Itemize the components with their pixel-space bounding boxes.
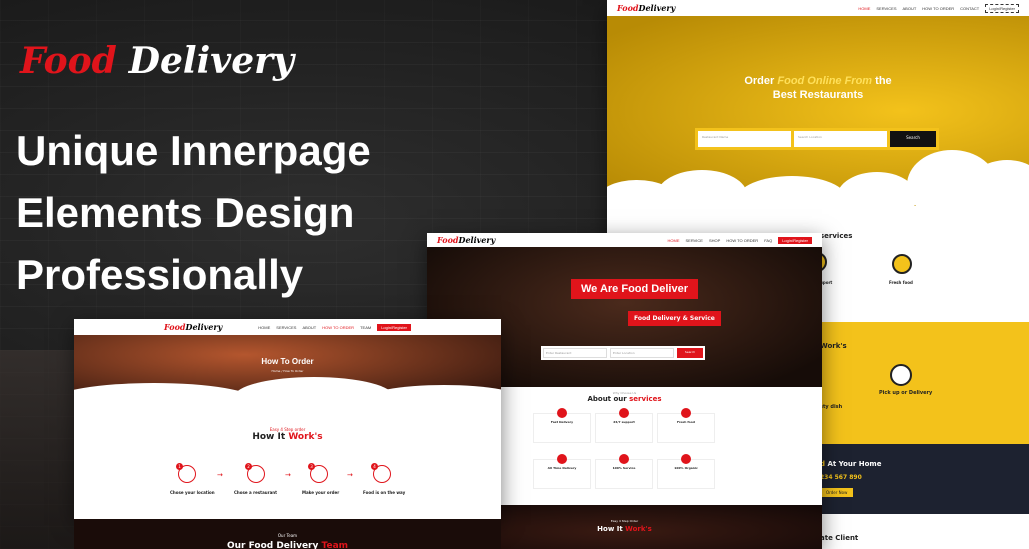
nav-how-to-order[interactable]: HOW TO ORDER — [726, 238, 758, 243]
service-card: 100% Service — [595, 454, 653, 489]
step-label: Chose your location — [170, 490, 215, 495]
yellow-brand: FoodDelivery — [617, 3, 676, 13]
team-subtitle: Our Team — [277, 533, 298, 538]
red-search-button[interactable]: Search — [677, 348, 703, 358]
logo-food: Food — [20, 40, 117, 82]
breadcrumb: Home / How To Order — [271, 369, 304, 373]
promo-banner: Food Delivery Unique Innerpage Elements … — [0, 0, 1029, 549]
service-card: Fast Delivery — [533, 408, 591, 443]
home-title: d At Your Home — [820, 460, 882, 468]
logo: Food Delivery — [20, 40, 294, 82]
headline-line-3: Professionally — [16, 251, 304, 298]
delivery-icon: 4 — [371, 463, 391, 483]
cloud-shape — [837, 172, 917, 222]
client-title: ate Client — [820, 534, 859, 542]
step-label: Make your order — [302, 490, 340, 495]
arrow-right-icon: → — [217, 471, 223, 479]
how-partial-label: sty dish — [820, 404, 843, 410]
nav-services[interactable]: SERVICES — [876, 6, 896, 11]
how-title: Work's — [820, 342, 847, 350]
cloud-shape — [737, 176, 847, 222]
arrow-right-icon: → — [347, 471, 353, 479]
nav-services[interactable]: SERVICES — [276, 325, 296, 330]
wave-shape — [364, 385, 501, 415]
restaurant-name-input[interactable]: Restaurant Name — [698, 131, 791, 147]
nav-shop[interactable]: SHOP — [709, 238, 720, 243]
yellow-hero-title: Order Food Online From the Best Restaura… — [744, 75, 892, 101]
wave-shape — [74, 383, 254, 417]
login-register-button[interactable]: Login/Register — [985, 3, 1019, 13]
clock-icon — [557, 454, 567, 464]
nav-team[interactable]: TEAM — [360, 325, 371, 330]
location-input[interactable]: Enter Location — [610, 348, 674, 358]
arrow-right-icon: → — [285, 471, 291, 479]
nav-home[interactable]: HOME — [667, 238, 679, 243]
red-nav-links: HOME SERVICE SHOP HOW TO ORDER FAQ Login… — [667, 236, 812, 244]
order-icon: 3 — [308, 463, 328, 483]
hero-banner-primary: We Are Food Deliver — [571, 279, 698, 299]
nav-about[interactable]: ABOUT — [903, 6, 917, 11]
nav-how-to-order[interactable]: HOW TO ORDER — [922, 6, 954, 11]
location-icon: 1 — [176, 463, 196, 483]
white-nav-links: HOME SERVICES ABOUT HOW TO ORDER TEAM Lo… — [258, 323, 411, 331]
fresh-food-icon — [681, 408, 691, 418]
how-title: How It Work's — [252, 432, 323, 442]
fresh-food-icon — [892, 254, 912, 274]
red-navbar: FoodDelivery HOME SERVICE SHOP HOW TO OR… — [427, 233, 822, 247]
yellow-search-button[interactable]: Search — [890, 131, 936, 147]
nav-faq[interactable]: FAQ — [764, 238, 772, 243]
delivery-scooter-icon — [890, 364, 912, 386]
pickup-delivery-label: Pick up or Delivery — [879, 390, 933, 396]
services-title: services — [820, 232, 853, 240]
how-section: Easy 4 Step order How It Work's — [74, 427, 501, 442]
service-card: 24/7 support — [595, 408, 653, 443]
login-register-button[interactable]: Login/Register — [377, 323, 411, 331]
red-brand: FoodDelivery — [437, 235, 496, 245]
headline-line-2: Elements Design — [16, 189, 355, 236]
yellow-nav-links: HOME SERVICES ABOUT HOW TO ORDER CONTACT… — [858, 3, 1019, 13]
location-input[interactable]: Search Location — [794, 131, 887, 147]
nav-service[interactable]: SERVICE — [685, 238, 703, 243]
organic-icon — [681, 454, 691, 464]
service-icon — [619, 454, 629, 464]
cloud-shape — [657, 170, 747, 220]
team-title: Our Food Delivery Team — [226, 541, 349, 549]
headline: Unique Innerpage Elements Design Profess… — [16, 120, 371, 306]
service-label-fresh-food: Fresh food — [889, 280, 913, 285]
white-theme-preview: FoodDelivery HOME SERVICES ABOUT HOW TO … — [74, 319, 501, 519]
fast-delivery-icon — [557, 408, 567, 418]
step-label: Food is on the way — [363, 490, 406, 495]
team-section: Our Team Our Food Delivery Team — [74, 519, 501, 549]
headline-line-1: Unique Innerpage — [16, 127, 371, 174]
red-search-bar: Enter Restaurant Enter Location Search — [541, 346, 705, 360]
white-navbar: FoodDelivery HOME SERVICES ABOUT HOW TO … — [74, 319, 501, 335]
nav-home[interactable]: HOME — [858, 6, 870, 11]
step-label: Chose a restaurant — [234, 490, 278, 495]
nav-home[interactable]: HOME — [258, 325, 270, 330]
service-card: 100% Organic — [657, 454, 715, 489]
logo-delivery: Delivery — [128, 40, 294, 82]
hero-title: How To Order — [261, 357, 314, 366]
service-card: Fresh food — [657, 408, 715, 443]
order-now-button[interactable]: Order Now — [820, 488, 854, 497]
restaurant-icon: 2 — [245, 463, 265, 483]
home-phone: 234 567 890 — [820, 474, 862, 481]
support-icon — [619, 408, 629, 418]
restaurant-input[interactable]: Enter Restaurant — [543, 348, 607, 358]
service-card: All Time Delivery — [533, 454, 591, 489]
nav-about[interactable]: ABOUT — [302, 325, 316, 330]
white-brand: FoodDelivery — [164, 322, 223, 332]
yellow-navbar: FoodDelivery HOME SERVICES ABOUT HOW TO … — [607, 0, 1029, 16]
nav-how-to-order[interactable]: HOW TO ORDER — [322, 325, 354, 330]
yellow-search-bar: Restaurant Name Search Location Search — [695, 128, 939, 150]
hero-banner-secondary: Food Delivery & Service — [628, 311, 721, 326]
nav-contact[interactable]: CONTACT — [960, 6, 979, 11]
login-register-button[interactable]: Login/Register — [778, 236, 812, 244]
